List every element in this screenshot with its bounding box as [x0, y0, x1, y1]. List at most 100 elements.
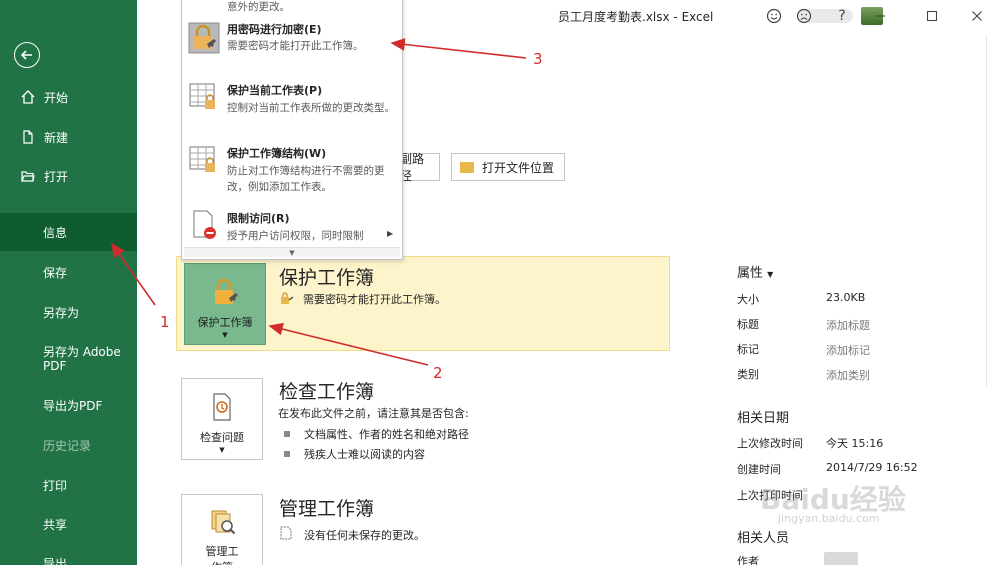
menu-item-description: 控制对当前工作表所做的更改类型。 [227, 102, 395, 114]
frown-feedback-button[interactable] [792, 4, 816, 28]
menu-scroll-down[interactable]: ▼ [184, 247, 400, 257]
annotation-label-2: 2 [433, 364, 443, 382]
inspect-issues-button[interactable]: 检查问题 ▼ [181, 378, 263, 460]
copy-path-button[interactable]: 副路径 [400, 152, 440, 183]
annotation-label-3: 3 [533, 50, 543, 68]
back-button[interactable] [14, 42, 40, 68]
menu-item-title: 保护当前工作表(P) [227, 84, 323, 97]
menu-item-encrypt-password[interactable]: 用密码进行加密(E) 需要密码才能打开此工作簿。 [182, 19, 402, 65]
sidebar-item-save-as-pdf[interactable]: 另存为 Adobe PDF [0, 338, 125, 380]
minimize-icon [875, 15, 885, 17]
smile-icon [766, 8, 782, 24]
menu-item-description: 需要密码才能打开此工作簿。 [227, 40, 364, 52]
sidebar-item-open[interactable]: 打开 [0, 157, 137, 195]
sidebar-item-export-pdf[interactable]: 导出为PDF [0, 386, 137, 424]
home-icon [20, 89, 36, 105]
dropdown-caret-icon: ▼ [767, 270, 774, 279]
section-description: 在发布此文件之前，请注意其是否包含: [278, 407, 469, 420]
sidebar-item-label: 打印 [43, 478, 68, 493]
manage-workbook-button[interactable]: 管理工 作簿 [181, 494, 263, 565]
bullet-text: 文档属性、作者的姓名和绝对路径 [304, 428, 469, 441]
sidebar-item-label: 保存 [43, 265, 68, 280]
add-category-field[interactable]: 添加类别 [826, 367, 870, 383]
list-item: 残疾人士难以阅读的内容 [284, 446, 425, 462]
sidebar-item-label: 历史记录 [43, 438, 92, 453]
menu-item-protect-structure[interactable]: 保护工作簿结构(W) 防止对工作簿结构进行不需要的更改，例如添加工作表。 [182, 142, 402, 202]
sidebar-item-label: 另存为 [43, 305, 80, 320]
sidebar-item-share[interactable]: 共享 [0, 505, 137, 543]
minimize-button[interactable] [868, 4, 892, 28]
maximize-icon [926, 10, 938, 22]
sidebar-item-label: 开始 [44, 90, 69, 105]
menu-item-description: 授予用户访问权限，同时限制 [227, 230, 364, 242]
restrict-access-icon [193, 210, 216, 239]
menu-item-restrict-access[interactable]: 限制访问(R) 授予用户访问权限，同时限制 ▶ [182, 207, 402, 249]
main-scrollbar[interactable] [986, 36, 998, 386]
button-label: 检查问题 [200, 431, 244, 444]
sidebar-item-print[interactable]: 打印 [0, 466, 137, 504]
prop-key: 作者 [737, 555, 759, 565]
dates-header: 相关日期 [737, 411, 790, 426]
menu-item-description: 防止对工作簿结构进行不需要的更改，例如添加工作表。 [227, 165, 385, 193]
prop-value: 今天 15:16 [826, 437, 884, 450]
prop-key: 类别 [737, 368, 759, 381]
section-title: 管理工作簿 [279, 498, 375, 520]
prop-key: 标记 [737, 343, 759, 356]
backstage-sidebar: 开始 新建 打开 信息 保存 另存为 另存为 Adobe PDF 导出为PDF … [0, 0, 137, 565]
dropdown-caret-icon: ▼ [219, 446, 225, 454]
sidebar-item-label: 打开 [44, 169, 69, 184]
button-label: 管理工 [205, 545, 239, 558]
inspect-workbook-section: 检查问题 ▼ 检查工作簿 在发布此文件之前，请注意其是否包含: 文档属性、作者的… [176, 377, 670, 467]
protect-workbook-section: 保护工作簿 ▼ 保护工作簿 需要密码才能打开此工作簿。 [176, 256, 670, 351]
protect-workbook-menu: 意外的更改。 用密码进行加密(E) 需要密码才能打开此工作簿。 保护当前工作表(… [181, 0, 403, 260]
bullet-icon [284, 451, 290, 457]
section-description: 需要密码才能打开此工作簿。 [303, 293, 446, 306]
menu-item-title: 限制访问(R) [227, 212, 290, 225]
sidebar-item-export[interactable]: 导出 [0, 544, 137, 565]
button-label: 保护工作簿 [197, 316, 253, 329]
manage-document-icon [206, 507, 238, 537]
sidebar-item-label: 共享 [43, 517, 68, 532]
section-description: 没有任何未保存的更改。 [304, 529, 425, 542]
inspect-document-icon [206, 391, 238, 423]
sidebar-item-label: 导出 [43, 556, 68, 565]
menu-top-cutoff: 意外的更改。 [227, 1, 290, 13]
back-arrow-icon [20, 50, 32, 60]
prop-value: 23.0KB [826, 291, 866, 304]
dropdown-caret-icon: ▼ [222, 331, 228, 339]
properties-title: 属性 [737, 266, 764, 281]
menu-item-protect-sheet[interactable]: 保护当前工作表(P) 控制对当前工作表所做的更改类型。 [182, 79, 402, 137]
properties-header[interactable]: 属性 ▼ [737, 262, 773, 281]
menu-item-title: 保护工作簿结构(W) [227, 147, 327, 160]
help-button[interactable]: ? [830, 4, 854, 28]
sidebar-item-info[interactable]: 信息 [0, 213, 137, 251]
maximize-button[interactable] [920, 4, 944, 28]
sidebar-item-new[interactable]: 新建 [0, 118, 137, 156]
watermark-url: jingyan.baidu.com [778, 512, 880, 525]
bullet-text: 残疾人士难以阅读的内容 [304, 448, 425, 461]
people-header: 相关人员 [737, 531, 790, 546]
smile-feedback-button[interactable] [762, 4, 786, 28]
menu-item-title: 用密码进行加密(E) [227, 23, 322, 36]
add-tags-field[interactable]: 添加标记 [826, 342, 870, 358]
sheet-lock-icon [189, 83, 215, 109]
window-title: 员工月度考勤表.xlsx - Excel [558, 10, 714, 24]
open-folder-icon [20, 168, 36, 184]
section-title: 保护工作簿 [279, 267, 375, 289]
prop-value: 2014/7/29 16:52 [826, 461, 918, 474]
sidebar-item-history[interactable]: 历史记录 [0, 426, 137, 464]
sidebar-item-home[interactable]: 开始 [0, 78, 137, 116]
sidebar-item-save[interactable]: 保存 [0, 253, 137, 291]
sidebar-item-save-as[interactable]: 另存为 [0, 293, 137, 331]
close-button[interactable] [965, 4, 989, 28]
manage-workbook-section: 管理工 作簿 管理工作簿 没有任何未保存的更改。 [176, 493, 670, 565]
open-file-location-button[interactable]: 打开文件位置 [451, 153, 565, 181]
annotation-arrow-3 [390, 38, 527, 59]
new-doc-icon [20, 129, 36, 145]
sidebar-item-label: 新建 [44, 130, 69, 145]
frown-icon [796, 8, 812, 24]
lock-key-icon [209, 276, 241, 308]
author-avatar [824, 552, 858, 565]
protect-workbook-button[interactable]: 保护工作簿 ▼ [184, 263, 266, 345]
add-title-field[interactable]: 添加标题 [826, 317, 870, 333]
